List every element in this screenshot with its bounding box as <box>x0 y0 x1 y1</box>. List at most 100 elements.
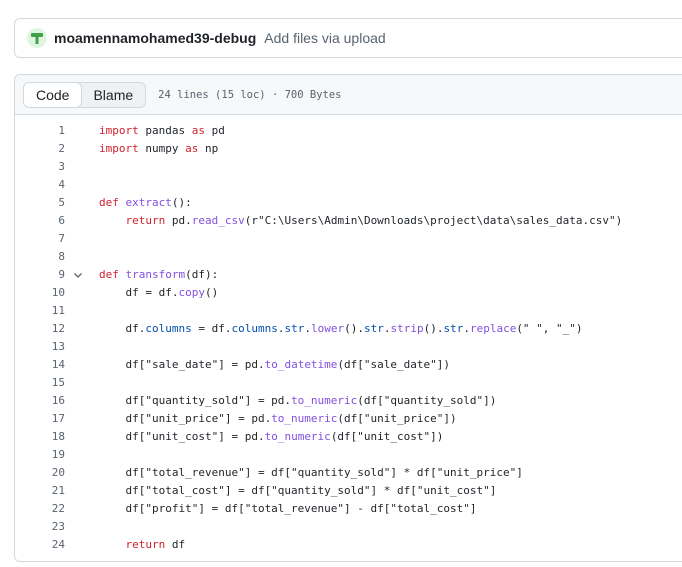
code-token: transform <box>125 268 186 281</box>
code-token: replace <box>469 322 517 335</box>
code-token: df["profit"] = df["total_revenue"] - df[… <box>99 502 477 515</box>
code-token: read_csv <box>191 214 245 227</box>
code-token: df["total_revenue"] = df["quantity_sold"… <box>99 466 523 479</box>
tree-avatar-icon <box>31 33 43 44</box>
code-token: return <box>125 538 166 551</box>
line-number[interactable]: 1 <box>15 122 65 140</box>
latest-commit-bar: moamennamohamed39-debug Add files via up… <box>14 18 682 58</box>
code-view[interactable]: 1 import pandas as pd 2 import numpy as np 3… <box>15 122 682 554</box>
file-viewer: Code Blame 24 lines (15 loc) · 700 Bytes… <box>14 74 682 562</box>
line-number[interactable]: 22 <box>15 500 65 518</box>
code-token: as <box>185 142 199 155</box>
code-token: (df["quantity_sold"]) <box>357 394 497 407</box>
line-number[interactable]: 15 <box>15 374 65 392</box>
line-number[interactable]: 6 <box>15 212 65 230</box>
code-token: (): <box>171 196 192 209</box>
code-token: df <box>165 538 186 551</box>
code-line: 24 return df <box>15 536 682 554</box>
tab-blame[interactable]: Blame <box>81 83 145 107</box>
code-token: copy <box>178 286 205 299</box>
code-token: np <box>198 142 219 155</box>
line-number[interactable]: 13 <box>15 338 65 356</box>
file-info: 24 lines (15 loc) · 700 Bytes <box>158 88 342 101</box>
code-line: 21 df["total_cost"] = df["quantity_sold"… <box>15 482 682 500</box>
tab-code[interactable]: Code <box>24 82 83 107</box>
line-number[interactable]: 8 <box>15 248 65 266</box>
code-line: 23 <box>15 518 682 536</box>
line-number[interactable]: 3 <box>15 158 65 176</box>
code-line: 8 <box>15 248 682 266</box>
code-token: (). <box>344 322 364 335</box>
line-number[interactable]: 2 <box>15 140 65 158</box>
code-token: (df): <box>185 268 219 281</box>
code-token: to_datetime <box>264 358 338 371</box>
line-number[interactable]: 7 <box>15 230 65 248</box>
view-toggle: Code Blame <box>23 81 147 108</box>
commit-author-link[interactable]: moamennamohamed39-debug <box>54 30 256 46</box>
code-token: pandas <box>138 124 192 137</box>
code-token: df["sale_date"] = pd. <box>99 358 265 371</box>
code-token: . <box>463 322 470 335</box>
file-header: Code Blame 24 lines (15 loc) · 700 Bytes <box>15 75 682 115</box>
line-number[interactable]: 4 <box>15 176 65 194</box>
code-token: (df["unit_price"]) <box>337 412 457 425</box>
code-line: 3 <box>15 158 682 176</box>
line-number[interactable]: 18 <box>15 428 65 446</box>
code-token: df. <box>99 322 146 335</box>
code-token: df["total_cost"] = df["quantity_sold"] *… <box>99 484 497 497</box>
code-token: df = df. <box>99 286 179 299</box>
code-text: def transform(df): <box>99 266 218 284</box>
line-number[interactable]: 10 <box>15 284 65 302</box>
code-token: = df. <box>191 322 232 335</box>
code-token: df["quantity_sold"] = pd. <box>99 394 292 407</box>
code-text: import numpy as np <box>99 140 218 158</box>
code-text: def extract(): <box>99 194 192 212</box>
code-line: 20 df["total_revenue"] = df["quantity_so… <box>15 464 682 482</box>
code-token: import <box>99 124 139 137</box>
code-token: (). <box>423 322 444 335</box>
line-number[interactable]: 12 <box>15 320 65 338</box>
line-number[interactable]: 11 <box>15 302 65 320</box>
commit-message[interactable]: Add files via upload <box>264 30 385 46</box>
line-number[interactable]: 14 <box>15 356 65 374</box>
code-token: columns <box>145 322 192 335</box>
code-line: 10 df = df.copy() <box>15 284 682 302</box>
chevron-down-icon[interactable] <box>73 270 83 280</box>
code-line: 14 df["sale_date"] = pd.to_datetime(df["… <box>15 356 682 374</box>
code-token: pd <box>204 124 225 137</box>
code-token: df["unit_cost"] = pd. <box>99 430 265 443</box>
line-number[interactable]: 5 <box>15 194 65 212</box>
code-line: 17 df["unit_price"] = pd.to_numeric(df["… <box>15 410 682 428</box>
line-number[interactable]: 21 <box>15 482 65 500</box>
code-token: as <box>191 124 205 137</box>
code-line: 15 <box>15 374 682 392</box>
code-token: def <box>99 196 119 209</box>
code-line: 22 df["profit"] = df["total_revenue"] - … <box>15 500 682 518</box>
line-number[interactable]: 23 <box>15 518 65 536</box>
code-token: strip <box>390 322 424 335</box>
code-token: extract <box>125 196 172 209</box>
user-avatar[interactable] <box>27 28 47 48</box>
line-number[interactable]: 24 <box>15 536 65 554</box>
code-token: pd. <box>165 214 192 227</box>
line-number[interactable]: 16 <box>15 392 65 410</box>
code-text: df["quantity_sold"] = pd.to_numeric(df["… <box>99 392 496 410</box>
code-token: . <box>304 322 311 335</box>
code-token: import <box>99 142 139 155</box>
line-number[interactable]: 17 <box>15 410 65 428</box>
line-number[interactable]: 20 <box>15 464 65 482</box>
code-text: df["profit"] = df["total_revenue"] - df[… <box>99 500 477 518</box>
line-number[interactable]: 9 <box>15 266 65 284</box>
code-token: (df["sale_date"]) <box>337 358 451 371</box>
code-line: 4 <box>15 176 682 194</box>
code-line: 16 df["quantity_sold"] = pd.to_numeric(d… <box>15 392 682 410</box>
code-token: def <box>99 268 119 281</box>
line-number[interactable]: 19 <box>15 446 65 464</box>
code-line: 11 <box>15 302 682 320</box>
code-token: to_numeric <box>264 430 331 443</box>
code-line: 5 def extract(): <box>15 194 682 212</box>
